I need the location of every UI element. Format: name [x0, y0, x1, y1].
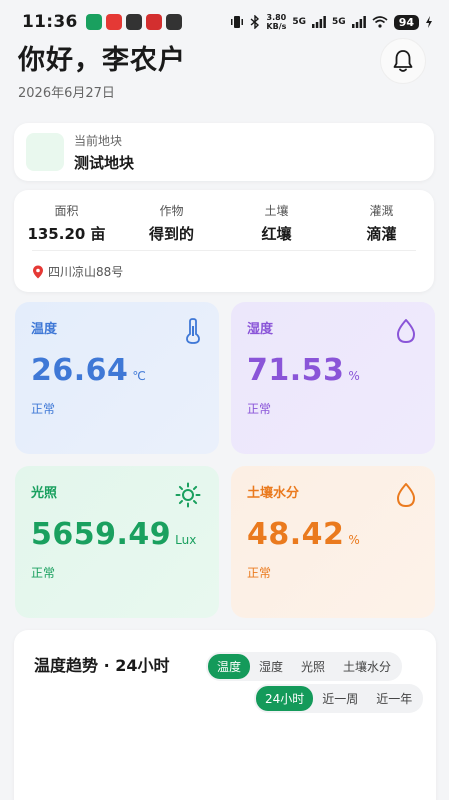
tab-light[interactable]: 光照 — [292, 654, 334, 679]
tab-year[interactable]: 近一年 — [367, 686, 421, 711]
plot-info-card: 面积 135.20 亩 作物 得到的 土壤 红壤 灌溉 滴灌 四川凉山88号 — [14, 190, 434, 292]
info-value: 滴灌 — [366, 225, 397, 243]
temperature-unit: ℃ — [132, 369, 146, 383]
trend-card: 温度趋势 · 24小时 温度 湿度 光照 土壤水分 24小时 近一周 近一年 — [14, 630, 436, 800]
info-value: 得到的 — [148, 225, 194, 243]
info-label: 面积 — [54, 204, 79, 218]
light-value: 5659.49 — [31, 517, 172, 552]
thermometer-icon — [186, 318, 200, 344]
greeting-title: 你好，李农户 — [18, 45, 186, 76]
plot-info-row: 面积 135.20 亩 作物 得到的 土壤 红壤 灌溉 滴灌 — [14, 190, 434, 244]
plot-name: 测试地块 — [74, 153, 135, 172]
soil-moisture-status: 正常 — [247, 566, 272, 580]
divider — [32, 250, 416, 251]
tab-soil-moisture[interactable]: 土壤水分 — [334, 654, 400, 679]
tile-value-row: 5659.49 Lux — [31, 517, 203, 552]
status-indicators: 3.80 KB/s 5G 5G 94 — [230, 13, 433, 31]
address-text: 四川凉山88号 — [48, 265, 124, 279]
light-tile[interactable]: 光照 5659.49 Lux 正常 — [15, 466, 219, 618]
signal-icon — [351, 16, 366, 28]
battery-level: 94 — [393, 14, 419, 30]
soil-moisture-value: 48.42 — [247, 517, 345, 552]
location-pin-icon — [33, 265, 43, 278]
status-app-icons — [85, 14, 182, 30]
info-label: 作物 — [159, 204, 184, 218]
humidity-unit: % — [348, 369, 360, 383]
app-notification-icon — [165, 14, 182, 30]
tab-24h[interactable]: 24小时 — [256, 686, 314, 711]
tab-week[interactable]: 近一周 — [313, 686, 367, 711]
app-notification-icon — [105, 14, 122, 30]
current-plot-card[interactable]: 当前地块 测试地块 — [14, 123, 434, 181]
info-value: 135.20 亩 — [27, 225, 106, 243]
metric-tabs: 温度 湿度 光照 土壤水分 — [206, 652, 403, 681]
temperature-value: 26.64 — [31, 353, 129, 388]
signal-label: 5G — [332, 17, 346, 27]
plot-thumbnail — [26, 133, 64, 171]
charging-icon — [426, 16, 432, 28]
tab-humidity[interactable]: 湿度 — [250, 654, 292, 679]
sun-icon — [175, 482, 201, 508]
tile-label: 土壤水分 — [247, 486, 300, 501]
app-notification-icon — [125, 14, 142, 30]
signal-label: 5G — [292, 17, 307, 27]
light-unit: Lux — [175, 533, 197, 547]
info-irrigation: 灌溉 滴灌 — [329, 202, 434, 244]
tab-temperature[interactable]: 温度 — [208, 654, 251, 679]
soil-moisture-unit: % — [348, 533, 360, 547]
trend-title: 温度趋势 · 24小时 — [34, 656, 170, 675]
status-time: 11:36 — [22, 12, 78, 32]
bluetooth-icon — [250, 15, 260, 29]
tile-value-row: 48.42 % — [247, 517, 419, 552]
app-notification-icon — [85, 14, 102, 30]
info-label: 灌溉 — [369, 204, 394, 218]
current-date: 2026年6月27日 — [18, 86, 115, 101]
tile-label: 湿度 — [247, 322, 274, 337]
info-crop: 作物 得到的 — [119, 202, 224, 244]
net-speed: 3.80 KB/s — [266, 13, 287, 31]
tile-label: 温度 — [31, 322, 58, 337]
temperature-status: 正常 — [31, 402, 56, 416]
humidity-status: 正常 — [247, 402, 272, 416]
info-soil: 土壤 红壤 — [224, 202, 329, 244]
humidity-value: 71.53 — [247, 353, 345, 388]
soil-moisture-tile[interactable]: 土壤水分 48.42 % 正常 — [231, 466, 435, 618]
droplet-icon — [397, 483, 415, 507]
plot-text: 当前地块 测试地块 — [74, 132, 134, 173]
light-status: 正常 — [31, 566, 56, 580]
tile-value-row: 26.64 ℃ — [31, 353, 203, 388]
tile-value-row: 71.53 % — [247, 353, 419, 388]
info-area: 面积 135.20 亩 — [14, 202, 119, 244]
notification-button[interactable] — [380, 38, 426, 84]
temperature-tile[interactable]: 温度 26.64 ℃ 正常 — [15, 302, 219, 454]
range-tabs: 24小时 近一周 近一年 — [254, 684, 424, 713]
vibrate-icon — [231, 16, 244, 28]
wifi-icon — [372, 16, 388, 28]
signal-icon — [312, 16, 326, 28]
plot-address: 四川凉山88号 — [32, 263, 123, 280]
droplet-icon — [397, 319, 415, 343]
humidity-tile[interactable]: 湿度 71.53 % 正常 — [231, 302, 435, 454]
info-label: 土壤 — [264, 204, 289, 218]
plot-label: 当前地块 — [74, 133, 123, 148]
info-value: 红壤 — [261, 225, 292, 243]
app-notification-icon — [145, 14, 162, 30]
bell-icon — [393, 50, 413, 72]
